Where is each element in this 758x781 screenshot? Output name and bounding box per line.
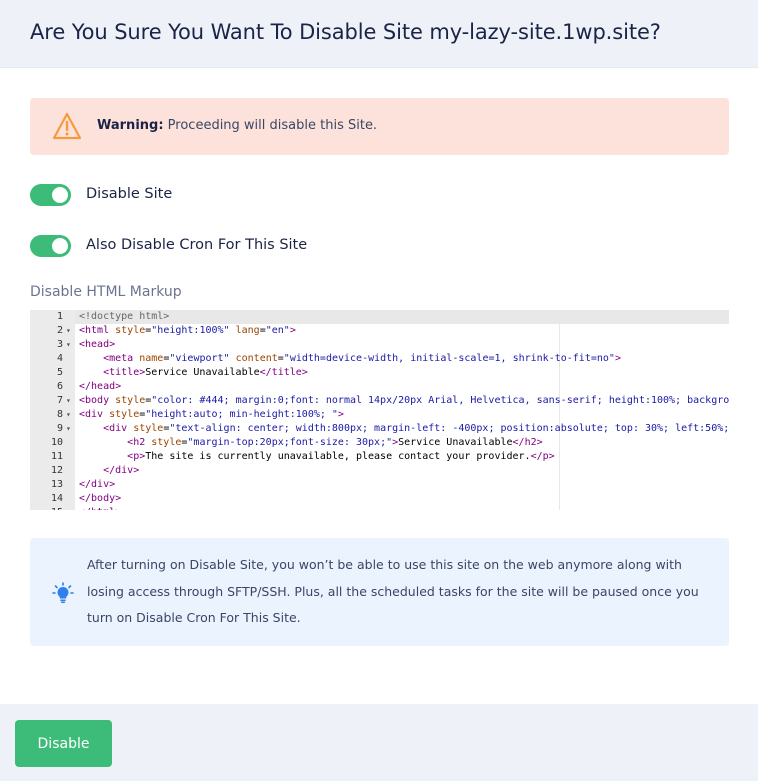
line-number: 12 xyxy=(50,465,63,476)
lightbulb-icon xyxy=(52,582,74,603)
code-line: 9 ▾ <div style="text-align: center; width… xyxy=(30,422,729,436)
code-text: </div> xyxy=(103,465,140,476)
line-number: 9 xyxy=(56,423,63,434)
line-number: 7 xyxy=(56,395,63,406)
code-text: <head> xyxy=(79,339,116,350)
fold-toggle-icon[interactable]: ▾ xyxy=(66,338,71,352)
code-text: <body style="color: #444; margin:0;font:… xyxy=(79,395,729,406)
fold-toggle-icon[interactable]: ▾ xyxy=(66,324,71,338)
code-text: <div style="height:auto; min-height:100%… xyxy=(79,409,344,420)
disable-cron-label: Also Disable Cron For This Site xyxy=(86,237,308,253)
line-number: 6 xyxy=(56,381,63,392)
disable-site-label: Disable Site xyxy=(86,186,173,202)
code-text: </head> xyxy=(79,381,122,392)
info-text: After turning on Disable Site, you won’t… xyxy=(87,557,699,625)
code-line: 12 </div> xyxy=(30,464,729,478)
code-line: 14 </body> xyxy=(30,492,729,506)
code-text: </div> xyxy=(79,479,116,490)
line-number: 13 xyxy=(50,479,63,490)
code-line: 4 <meta name="viewport" content="width=d… xyxy=(30,352,729,366)
warning-triangle-icon xyxy=(52,112,82,140)
code-text: <!doctype html> xyxy=(79,311,170,322)
line-number: 15 xyxy=(30,506,63,510)
markup-label: Disable HTML Markup xyxy=(30,284,182,300)
code-line: 7 ▾ <body style="color: #444; margin:0;fon… xyxy=(30,394,729,408)
toggle-knob xyxy=(52,238,68,254)
code-text: </html> xyxy=(79,506,121,510)
fold-toggle-icon[interactable]: ▾ xyxy=(66,422,71,436)
warning-alert: Warning: Proceeding will disable this Si… xyxy=(30,98,729,155)
warning-text: Warning: Proceeding will disable this Si… xyxy=(97,118,377,133)
disable-site-toggle[interactable] xyxy=(30,184,71,206)
info-alert: After turning on Disable Site, you won’t… xyxy=(30,538,729,646)
code-line: 13 </div> xyxy=(30,478,729,492)
fold-toggle-icon[interactable]: ▾ xyxy=(66,408,71,422)
line-number: 8 xyxy=(56,409,63,420)
warning-message: Proceeding will disable this Site. xyxy=(167,118,378,133)
line-number: 3 xyxy=(56,339,63,350)
line-number: 2 xyxy=(56,325,63,336)
code-text: <p>The site is currently unavailable, pl… xyxy=(127,451,555,462)
code-line: 5 <title>Service Unavailable</title> xyxy=(30,366,729,380)
html-markup-editor[interactable]: 1 <!doctype html> 2 ▾ <html style="height:10… xyxy=(30,310,729,510)
code-line: 6 </head> xyxy=(30,380,729,394)
code-text: <meta name="viewport" content="width=dev… xyxy=(103,353,621,364)
line-number: 14 xyxy=(50,493,63,504)
line-number: 1 xyxy=(56,311,63,322)
code-line: 10 <h2 style="margin-top:20px;font-size:… xyxy=(30,436,729,450)
code-text: <h2 style="margin-top:20px;font-size: 30… xyxy=(127,437,543,448)
modal-header: Are You Sure You Want To Disable Site my… xyxy=(0,0,758,68)
line-number: 10 xyxy=(50,437,63,448)
code-line: 2 ▾ <html style="height:100%" lang="en"> xyxy=(30,324,729,338)
toggle-knob xyxy=(52,187,68,203)
code-text: <title>Service Unavailable</title> xyxy=(103,367,308,378)
line-number: 4 xyxy=(56,353,63,364)
modal-footer: Disable xyxy=(0,704,758,781)
code-line: 8 ▾ <div style="height:auto; min-height:10… xyxy=(30,408,729,422)
warning-label: Warning: xyxy=(97,118,164,133)
code-line: 11 <p>The site is currently unavailable,… xyxy=(30,450,729,464)
line-number: 5 xyxy=(56,367,63,378)
fold-toggle-icon[interactable]: ▾ xyxy=(66,394,71,408)
line-number: 11 xyxy=(50,451,63,462)
modal-title: Are You Sure You Want To Disable Site my… xyxy=(30,20,661,44)
code-line: 1 <!doctype html> xyxy=(30,310,729,324)
code-line: 3 ▾ <head> xyxy=(30,338,729,352)
code-text: <html style="height:100%" lang="en"> xyxy=(79,325,296,336)
disable-cron-toggle[interactable] xyxy=(30,235,71,257)
code-text: </body> xyxy=(79,493,122,504)
code-text: <div style="text-align: center; width:80… xyxy=(103,423,729,434)
code-line: 15 </html> xyxy=(30,506,729,510)
disable-button[interactable]: Disable xyxy=(15,720,112,767)
